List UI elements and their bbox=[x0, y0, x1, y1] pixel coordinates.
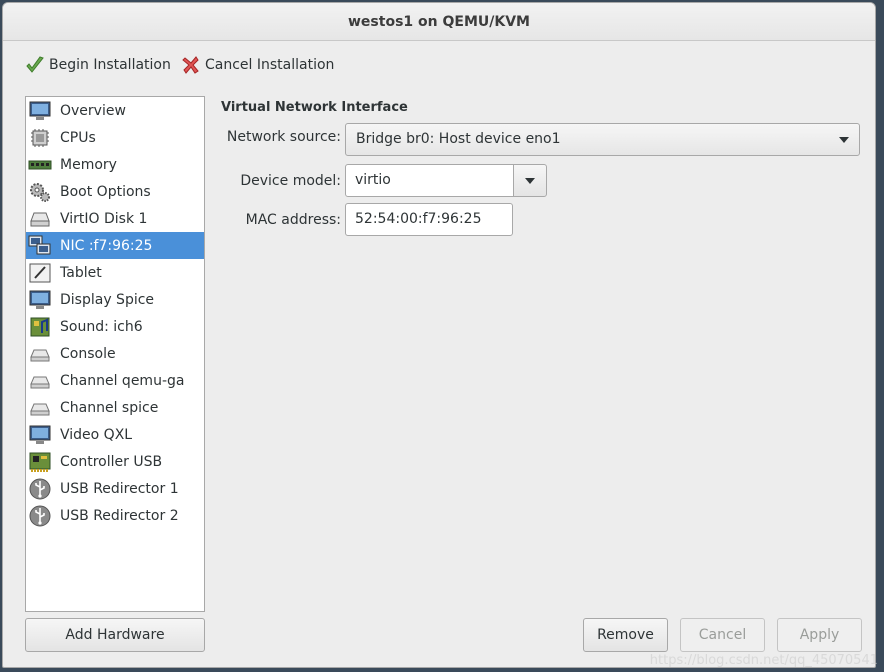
watermark-text: https://blog.csdn.net/qq_45070541 bbox=[649, 653, 878, 668]
hardware-item-label: Boot Options bbox=[60, 183, 151, 200]
sound-card-icon bbox=[30, 317, 50, 336]
memory-icon bbox=[28, 160, 52, 169]
network-source-label: Network source: bbox=[226, 129, 341, 145]
hardware-item-sound[interactable]: Sound: ich6 bbox=[26, 313, 204, 340]
hardware-item-usb-redirector-1[interactable]: USB Redirector 1 bbox=[26, 475, 204, 502]
hardware-item-usb-redirector-2[interactable]: USB Redirector 2 bbox=[26, 502, 204, 529]
hardware-item-video-qxl[interactable]: Video QXL bbox=[26, 421, 204, 448]
hardware-item-label: USB Redirector 2 bbox=[60, 507, 179, 524]
cpu-icon bbox=[31, 128, 49, 147]
hardware-item-cpus[interactable]: CPUs bbox=[26, 124, 204, 151]
tablet-icon bbox=[29, 263, 51, 282]
hardware-item-label: Video QXL bbox=[60, 426, 133, 443]
device-model-label: Device model: bbox=[240, 173, 341, 189]
hardware-item-label: Overview bbox=[60, 102, 126, 119]
cancel-button[interactable]: Cancel bbox=[680, 618, 765, 652]
begin-installation-label: Begin Installation bbox=[49, 57, 171, 73]
hardware-item-label: Console bbox=[60, 345, 116, 362]
serial-icon bbox=[30, 376, 50, 388]
gears-icon bbox=[30, 182, 50, 202]
usb-icon bbox=[29, 478, 51, 499]
hardware-item-display-spice[interactable]: Display Spice bbox=[26, 286, 204, 313]
cancel-installation-label: Cancel Installation bbox=[205, 57, 335, 73]
disk-icon bbox=[30, 212, 50, 226]
begin-installation-button[interactable]: Begin Installation bbox=[25, 53, 171, 77]
add-hardware-button[interactable]: Add Hardware bbox=[25, 618, 205, 652]
hardware-item-nic[interactable]: NIC :f7:96:25 bbox=[26, 232, 204, 259]
hardware-item-memory[interactable]: Memory bbox=[26, 151, 204, 178]
section-title: Virtual Network Interface bbox=[221, 100, 408, 115]
mac-address-input[interactable]: 52:54:00:f7:96:25 bbox=[345, 203, 513, 236]
network-icon bbox=[28, 235, 51, 254]
hardware-item-label: Sound: ich6 bbox=[60, 318, 143, 335]
monitor-icon bbox=[29, 101, 51, 120]
hardware-item-label: Memory bbox=[60, 156, 117, 173]
usb-icon bbox=[29, 505, 51, 526]
hardware-item-label: Controller USB bbox=[60, 453, 163, 470]
hardware-item-console[interactable]: Console bbox=[26, 340, 204, 367]
hardware-item-label: Channel qemu-ga bbox=[60, 372, 185, 389]
hardware-item-label: CPUs bbox=[60, 129, 96, 146]
apply-button[interactable]: Apply bbox=[777, 618, 862, 652]
device-model-dropdown-button[interactable] bbox=[513, 164, 547, 197]
cancel-installation-button[interactable]: Cancel Installation bbox=[181, 53, 334, 77]
vm-details-window: westos1 on QEMU/KVM Begin Installation C… bbox=[2, 2, 876, 668]
serial-icon bbox=[30, 403, 50, 415]
hardware-item-overview[interactable]: Overview bbox=[26, 97, 204, 124]
monitor-icon bbox=[29, 425, 51, 444]
hardware-item-channel-spice[interactable]: Channel spice bbox=[26, 394, 204, 421]
network-source-dropdown[interactable]: Bridge br0: Host device eno1 bbox=[345, 123, 860, 156]
window-title: westos1 on QEMU/KVM bbox=[3, 3, 875, 41]
dropdown-arrow-icon bbox=[525, 178, 535, 184]
dropdown-arrow-icon bbox=[839, 137, 849, 143]
toolbar: Begin Installation Cancel Installation bbox=[3, 41, 875, 89]
network-source-value: Bridge br0: Host device eno1 bbox=[356, 131, 561, 147]
hardware-item-boot-options[interactable]: Boot Options bbox=[26, 178, 204, 205]
hardware-list: Overview CPUs Memory Boot Options VirtIO… bbox=[25, 96, 205, 612]
hardware-item-virtio-disk[interactable]: VirtIO Disk 1 bbox=[26, 205, 204, 232]
hardware-item-label: Channel spice bbox=[60, 399, 159, 416]
mac-address-label: MAC address: bbox=[245, 212, 341, 228]
hardware-item-label: VirtIO Disk 1 bbox=[60, 210, 148, 227]
hardware-item-label: Display Spice bbox=[60, 291, 155, 308]
remove-button[interactable]: Remove bbox=[583, 618, 668, 652]
monitor-icon bbox=[29, 290, 51, 309]
pci-card-icon bbox=[29, 452, 51, 472]
hardware-item-label: Tablet bbox=[60, 264, 102, 281]
serial-icon bbox=[30, 349, 50, 361]
hardware-item-label: USB Redirector 1 bbox=[60, 480, 179, 497]
hardware-item-tablet[interactable]: Tablet bbox=[26, 259, 204, 286]
hardware-item-label: NIC :f7:96:25 bbox=[60, 237, 153, 254]
checkmark-icon bbox=[26, 56, 44, 73]
red-x-icon bbox=[182, 56, 199, 74]
device-model-input[interactable]: virtio bbox=[345, 164, 514, 197]
hardware-item-channel-qemu-ga[interactable]: Channel qemu-ga bbox=[26, 367, 204, 394]
hardware-item-controller-usb[interactable]: Controller USB bbox=[26, 448, 204, 475]
